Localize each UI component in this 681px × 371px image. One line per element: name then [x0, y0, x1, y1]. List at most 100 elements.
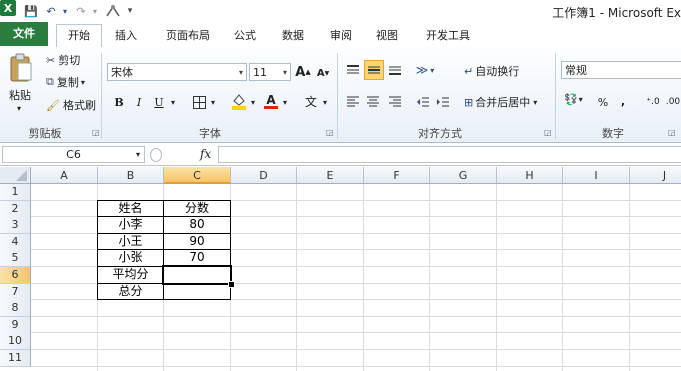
name-box-dropdown-icon[interactable]: ▾ — [136, 147, 140, 163]
paste-button[interactable]: 粘贴 — [9, 87, 31, 103]
column-header-a[interactable]: A — [31, 167, 98, 184]
font-name-select[interactable]: 宋体 ▾ — [107, 63, 247, 81]
merge-center-button[interactable]: ⊞ 合并后居中 ▾ — [464, 94, 537, 110]
percent-button[interactable]: % — [594, 93, 612, 111]
tab-data[interactable]: 数据 — [276, 25, 310, 46]
decrease-indent-button[interactable] — [414, 93, 432, 111]
align-right-button[interactable] — [386, 93, 404, 111]
table-cell[interactable]: 80 — [163, 216, 231, 234]
row-header-5[interactable]: 5 — [0, 250, 31, 268]
tab-insert[interactable]: 插入 — [108, 25, 144, 46]
undo-dropdown-icon[interactable]: ▾ — [60, 3, 70, 19]
insert-function-icon[interactable]: fx — [200, 147, 211, 161]
phonetic-dropdown-icon[interactable]: ▾ — [320, 93, 330, 111]
table-cell[interactable]: 小李 — [97, 216, 164, 234]
tab-page-layout[interactable]: 页面布局 — [156, 25, 220, 46]
fill-color-dropdown-icon[interactable]: ▾ — [248, 93, 258, 111]
column-header-j[interactable]: J — [630, 167, 681, 184]
align-top-button[interactable] — [344, 61, 362, 79]
align-middle-button[interactable] — [364, 60, 384, 80]
tab-home[interactable]: 开始 — [56, 24, 102, 47]
align-left-button[interactable] — [344, 93, 362, 111]
grow-font-button[interactable]: A ▲ — [294, 63, 312, 81]
font-size-select[interactable]: 11 ▾ — [249, 63, 291, 81]
merge-dropdown-icon[interactable]: ▾ — [533, 98, 537, 107]
redo-dropdown-icon[interactable]: ▾ — [90, 3, 100, 19]
italic-button[interactable]: I — [130, 93, 148, 111]
row-header-7[interactable]: 7 — [0, 283, 31, 301]
tab-file[interactable]: 文件 — [0, 22, 48, 46]
row-header-11[interactable]: 11 — [0, 350, 31, 367]
column-header-e[interactable]: E — [297, 167, 364, 184]
table-cell[interactable]: 总分 — [97, 282, 164, 301]
borders-button[interactable] — [190, 93, 208, 111]
column-header-h[interactable]: H — [497, 167, 563, 184]
table-cell[interactable]: 小张 — [97, 249, 164, 267]
comma-button[interactable]: , — [614, 92, 632, 110]
alignment-launcher-icon[interactable]: ◲ — [544, 128, 552, 137]
fill-color-button[interactable] — [230, 92, 248, 110]
column-header-d[interactable]: D — [231, 167, 297, 184]
font-color-button[interactable]: A — [262, 92, 280, 110]
column-header-i[interactable]: I — [563, 167, 630, 184]
column-header-f[interactable]: F — [364, 167, 430, 184]
accounting-format-button[interactable]: 💱 ▾ — [564, 93, 583, 106]
align-bottom-button[interactable] — [386, 61, 404, 79]
table-cell[interactable]: 90 — [163, 232, 231, 251]
cut-button[interactable]: ✂ 剪切 — [46, 52, 80, 68]
wrap-text-button[interactable]: ↵ 自动换行 — [464, 63, 519, 79]
tab-view[interactable]: 视图 — [370, 25, 404, 46]
accounting-dropdown-icon[interactable]: ▾ — [579, 95, 583, 104]
row-header-4[interactable]: 4 — [0, 233, 31, 251]
column-header-g[interactable]: G — [430, 167, 497, 184]
row-header-10[interactable]: 10 — [0, 333, 31, 351]
table-cell[interactable]: 小王 — [97, 232, 164, 251]
increase-indent-button[interactable] — [434, 93, 452, 111]
excel-app-icon[interactable]: X — [0, 0, 16, 16]
fill-handle[interactable] — [228, 280, 235, 288]
row-header-2[interactable]: 2 — [0, 200, 31, 218]
worksheet-grid[interactable]: ABCDEFGHIJ 1 2 3 4 5 6 7 8 9 10 11 姓名 分数 小李 80 小王 90 小张 7… — [0, 167, 681, 371]
tab-review[interactable]: 审阅 — [324, 25, 358, 46]
row-header-1[interactable]: 1 — [0, 184, 31, 201]
decrease-decimal-button[interactable]: .00 — [664, 93, 681, 111]
copy-dropdown-icon[interactable]: ▾ — [81, 78, 85, 87]
table-cell[interactable] — [163, 282, 231, 301]
table-header-cell[interactable]: 分数 — [163, 199, 231, 218]
underline-dropdown-icon[interactable]: ▾ — [168, 93, 178, 111]
table-header-cell[interactable]: 姓名 — [97, 199, 164, 218]
paste-dropdown-icon[interactable]: ▾ — [17, 104, 21, 113]
bold-button[interactable]: B — [110, 93, 128, 111]
phonetic-button[interactable]: 文 — [302, 92, 320, 110]
name-box[interactable]: C6 ▾ — [2, 146, 145, 163]
align-center-button[interactable] — [364, 93, 382, 111]
formula-input[interactable] — [218, 146, 681, 163]
undo-icon[interactable]: ↶ — [44, 3, 58, 19]
clipboard-launcher-icon[interactable]: ◲ — [92, 128, 100, 137]
column-header-b[interactable]: B — [98, 167, 164, 184]
tab-developer[interactable]: 开发工具 — [420, 25, 476, 46]
redo-icon[interactable]: ↷ — [74, 3, 88, 19]
save-icon[interactable]: 💾 — [24, 3, 38, 19]
shrink-font-button[interactable]: A ▼ — [314, 64, 332, 82]
increase-decimal-button[interactable]: ⁺.0 — [642, 93, 664, 111]
table-cell[interactable]: 平均分 — [97, 266, 164, 284]
row-header-6[interactable]: 6 — [0, 267, 31, 284]
row-header-3[interactable]: 3 — [0, 217, 31, 235]
number-format-select[interactable]: 常规 — [561, 61, 681, 79]
orientation-dropdown-icon[interactable]: ▾ — [430, 66, 434, 75]
paste-icon[interactable] — [8, 51, 34, 85]
number-launcher-icon[interactable]: ◲ — [668, 128, 676, 137]
borders-dropdown-icon[interactable]: ▾ — [208, 93, 218, 111]
font-launcher-icon[interactable]: ◲ — [326, 128, 334, 137]
tab-formulas[interactable]: 公式 — [228, 25, 262, 46]
select-all-corner[interactable] — [0, 167, 31, 184]
font-color-dropdown-icon[interactable]: ▾ — [280, 93, 290, 111]
column-header-c[interactable]: C — [164, 167, 231, 184]
row-header-9[interactable]: 9 — [0, 316, 31, 334]
underline-button[interactable]: U — [150, 93, 168, 111]
copy-button[interactable]: ⧉ 复制 ▾ — [46, 74, 85, 90]
custom-tool-icon[interactable] — [104, 3, 122, 19]
orientation-button[interactable]: ≫ ▾ — [416, 61, 435, 79]
customize-qat-icon[interactable]: ▾ — [124, 3, 136, 19]
